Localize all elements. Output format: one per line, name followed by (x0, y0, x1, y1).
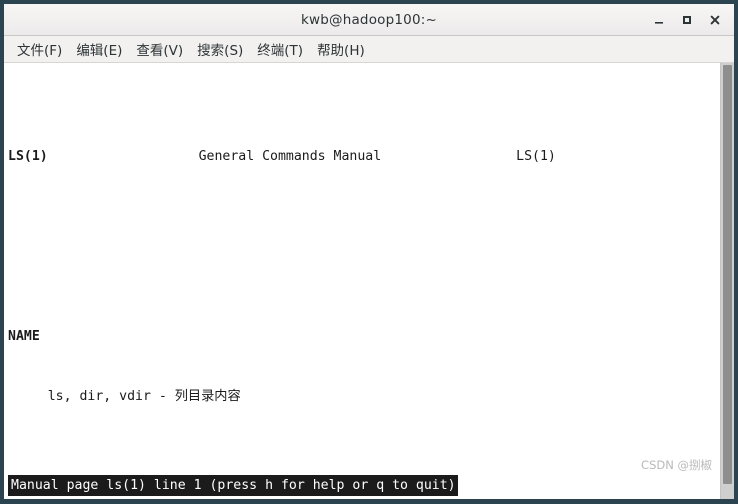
maximize-icon[interactable] (674, 7, 700, 33)
menu-item-edit[interactable]: 编辑(E) (69, 37, 129, 62)
menu-item-help[interactable]: 帮助(H) (310, 37, 372, 62)
pager-status-line: Manual page ls(1) line 1 (press h for he… (8, 475, 458, 496)
section-body-name: ls, dir, vdir - 列目录内容 (8, 387, 720, 407)
man-header-left-text: LS(1) (8, 149, 48, 164)
man-page-content: LS(1) General Commands Manual LS(1) NAME… (8, 67, 720, 499)
indent-1 (8, 389, 48, 404)
section-heading-name: NAME (8, 329, 40, 344)
minimize-icon[interactable] (646, 7, 672, 33)
man-header-spacer1 (48, 149, 199, 164)
window-controls (646, 4, 728, 35)
menu-item-terminal[interactable]: 终端(T) (250, 37, 310, 62)
name-body-text: ls, dir, vdir - 列目录内容 (47, 389, 241, 404)
man-header-center: General Commands Manual (198, 149, 382, 164)
menu-item-file[interactable]: 文件(F) (10, 37, 69, 62)
man-header-left: LS(1) (8, 149, 48, 164)
terminal-screen[interactable]: LS(1) General Commands Manual LS(1) NAME… (4, 63, 720, 499)
terminal-area: LS(1) General Commands Manual LS(1) NAME… (4, 63, 734, 499)
terminal-window: kwb@hadoop100:~ 文件(F) 编辑(E) 查看(V) 搜索(S) … (0, 0, 738, 504)
man-header-right: LS(1) (516, 149, 556, 164)
menu-item-view[interactable]: 查看(V) (129, 37, 190, 62)
close-icon[interactable] (702, 7, 728, 33)
man-header-line: LS(1) General Commands Manual LS(1) (8, 147, 720, 167)
menu-item-search[interactable]: 搜索(S) (190, 37, 250, 62)
menu-bar: 文件(F) 编辑(E) 查看(V) 搜索(S) 终端(T) 帮助(H) (4, 36, 734, 63)
man-header-spacer2 (381, 149, 516, 164)
title-bar[interactable]: kwb@hadoop100:~ (4, 4, 734, 36)
window-title: kwb@hadoop100:~ (300, 11, 438, 28)
watermark-text: CSDN @捌椒 (641, 458, 712, 472)
scrollbar-thumb[interactable] (723, 65, 732, 484)
vertical-scrollbar[interactable] (720, 63, 734, 499)
